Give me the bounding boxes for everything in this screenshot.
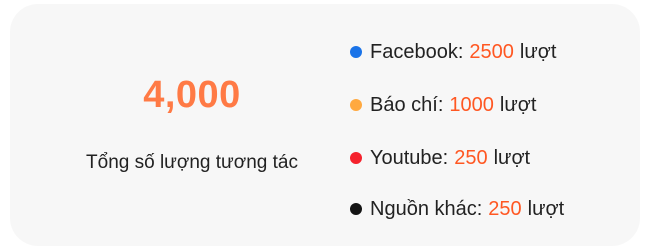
legend-label: Nguồn khác: [370,197,483,220]
legend-label: Facebook: [370,40,464,63]
legend-dot-icon [350,46,362,58]
legend-value: 2500 [469,40,514,63]
legend-item-nguon-khac: Nguồn khác: 250 lượt [350,194,564,224]
legend-dot-icon [350,152,362,164]
legend-label: Báo chí: [370,93,444,116]
legend-unit: lượt [499,93,537,116]
legend-item-bao-chi: Báo chí: 1000 lượt [350,90,536,120]
engagement-summary-card: 4,000 Tổng số lượng tương tác Facebook: … [10,4,640,246]
legend-item-facebook: Facebook: 2500 lượt [350,37,556,67]
legend-dot-icon [350,203,362,215]
legend-value: 250 [454,146,488,169]
legend-value: 1000 [449,93,494,116]
source-legend: Facebook: 2500 lượt Báo chí: 1000 lượt Y… [350,4,640,246]
legend-unit: lượt [493,146,531,169]
total-engagement-label: Tổng số lượng tương tác [86,152,298,173]
legend-value: 250 [488,197,522,220]
legend-dot-icon [350,99,362,111]
legend-item-youtube: Youtube: 250 lượt [350,143,530,173]
total-summary: 4,000 Tổng số lượng tương tác [32,4,352,246]
legend-unit: lượt [527,197,565,220]
legend-label: Youtube: [370,146,449,169]
total-engagement-value: 4,000 [143,74,241,116]
legend-unit: lượt [519,40,557,63]
